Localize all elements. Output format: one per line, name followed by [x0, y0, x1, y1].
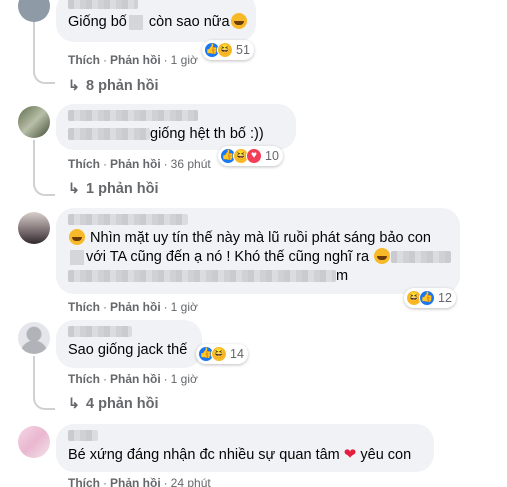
- laughing-emoji-icon: [374, 248, 391, 264]
- timestamp[interactable]: 1 giờ: [171, 300, 198, 314]
- comment-text: giống hệt th bố :)): [68, 125, 284, 144]
- comment-text: Giống bố còn sao nữa: [68, 13, 247, 32]
- reply-button[interactable]: Phản hồi: [110, 372, 161, 386]
- avatar[interactable]: [18, 322, 50, 354]
- reaction-count: 14: [230, 347, 244, 361]
- haha-reaction-icon: 😆: [217, 42, 233, 58]
- comment-actions: Thích · Phản hồi · 1 giờ: [68, 300, 198, 314]
- censor-block: [128, 14, 143, 30]
- reply-button[interactable]: Phản hồi: [110, 476, 161, 487]
- haha-reaction-icon: 😆: [211, 346, 227, 362]
- comment-actions: Thích · Phản hồi · 36 phút: [68, 157, 211, 171]
- avatar[interactable]: [18, 106, 50, 138]
- avatar[interactable]: [18, 0, 50, 22]
- timestamp[interactable]: 24 phút: [171, 476, 211, 487]
- reply-arrow-icon: ↳: [68, 77, 80, 93]
- reaction-count: 10: [265, 149, 279, 163]
- comment-actions: Thích · Phản hồi · 1 giờ: [68, 372, 198, 386]
- reply-button[interactable]: Phản hồi: [110, 157, 161, 171]
- thread-curve: [33, 174, 55, 196]
- blurred-text: [391, 251, 452, 264]
- reaction-summary[interactable]: 👍 😆 14: [196, 344, 248, 364]
- timestamp[interactable]: 1 giờ: [171, 372, 198, 386]
- view-replies-link[interactable]: ↳ 1 phản hồi: [68, 180, 159, 197]
- timestamp[interactable]: 1 giờ: [171, 53, 198, 67]
- comment-bubble: Nhìn mặt uy tín thế này mà lũ ruồi phát …: [56, 208, 460, 294]
- reaction-count: 51: [236, 43, 250, 57]
- like-reaction-icon: 👍: [419, 290, 435, 306]
- reaction-count: 12: [438, 291, 452, 305]
- like-button[interactable]: Thích: [68, 372, 100, 386]
- laughing-emoji-icon: [69, 229, 85, 245]
- reply-button[interactable]: Phản hồi: [110, 53, 161, 67]
- blurred-mention: [68, 128, 150, 141]
- like-button[interactable]: Thích: [68, 476, 100, 487]
- comment-text-line: Nhìn mặt uy tín thế này mà lũ ruồi phát …: [68, 229, 448, 248]
- comment-bubble: Sao giống jack thế: [56, 320, 202, 368]
- comment-bubble: giống hệt th bố :)): [56, 104, 296, 150]
- blurred-author-name[interactable]: [68, 326, 132, 337]
- avatar[interactable]: [18, 212, 50, 244]
- thread-curve: [33, 62, 55, 84]
- avatar[interactable]: [18, 426, 50, 458]
- view-replies-link[interactable]: ↳ 8 phản hồi: [68, 77, 159, 94]
- like-button[interactable]: Thích: [68, 157, 100, 171]
- comment-text-line: với TA cũng đến ạ nó ! Khó thế cũng nghĩ…: [68, 248, 452, 267]
- comment-text-line: m: [68, 267, 448, 286]
- heart-emoji-icon: ❤: [343, 446, 357, 463]
- reaction-summary[interactable]: 👍 😆 ♥ 10: [218, 146, 283, 166]
- reply-arrow-icon: ↳: [68, 180, 80, 196]
- comment-text: Bé xứng đáng nhận đc nhiều sự quan tâm ❤…: [68, 446, 412, 463]
- comment-bubble: Giống bố còn sao nữa: [56, 0, 256, 42]
- like-button[interactable]: Thích: [68, 300, 100, 314]
- comment-actions: Thích · Phản hồi · 1 giờ: [68, 53, 198, 67]
- reply-arrow-icon: ↳: [68, 395, 80, 411]
- censor-block: [70, 249, 84, 265]
- reaction-summary[interactable]: 😆 👍 12: [404, 288, 456, 308]
- blurred-author-name[interactable]: [68, 110, 198, 121]
- blurred-author-name[interactable]: [68, 214, 188, 225]
- comment-text: Sao giống jack thế: [68, 342, 188, 358]
- reaction-summary[interactable]: 👍 😆 51: [202, 40, 254, 60]
- view-replies-link[interactable]: ↳ 4 phản hồi: [68, 395, 159, 412]
- like-button[interactable]: Thích: [68, 53, 100, 67]
- thread-curve: [33, 388, 55, 410]
- love-reaction-icon: ♥: [246, 148, 262, 164]
- comment-bubble: Bé xứng đáng nhận đc nhiều sự quan tâm ❤…: [56, 424, 434, 472]
- reply-button[interactable]: Phản hồi: [110, 300, 161, 314]
- blurred-author-name[interactable]: [68, 430, 98, 441]
- thread-line: [33, 140, 35, 174]
- blurred-text: [68, 270, 336, 283]
- thread-line: [33, 356, 35, 388]
- blurred-author-name[interactable]: [68, 0, 138, 9]
- smile-emoji-icon: [230, 13, 247, 29]
- timestamp[interactable]: 36 phút: [171, 157, 211, 171]
- comment-actions: Thích · Phản hồi · 24 phút: [68, 476, 211, 487]
